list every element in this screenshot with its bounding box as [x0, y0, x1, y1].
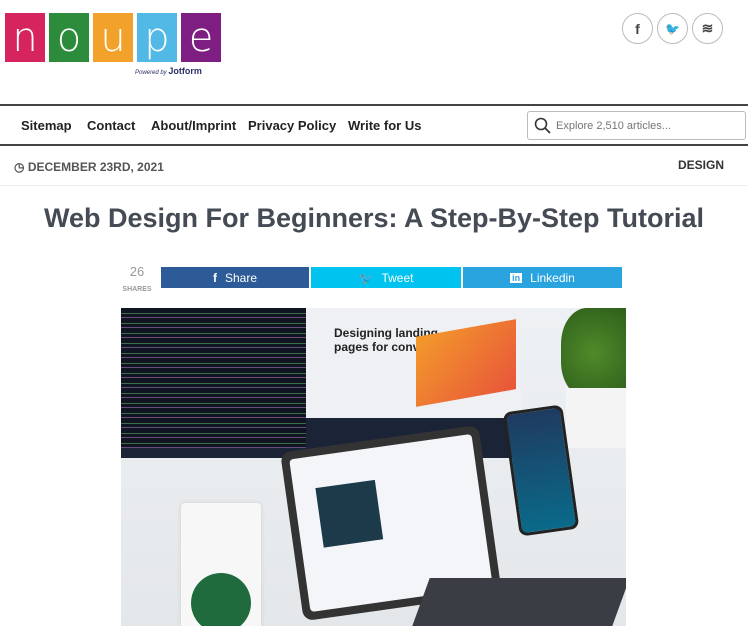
facebook-icon[interactable]: f	[622, 13, 653, 44]
article-meta: ◷ DECEMBER 23RD, 2021 DESIGN	[0, 148, 748, 186]
rss-icon[interactable]: ≋	[692, 13, 723, 44]
twitter-icon[interactable]: 🐦	[657, 13, 688, 44]
design-screen: Designing landing pages for conversion	[306, 308, 521, 418]
main-nav: Sitemap Contact About/Imprint Privacy Po…	[0, 104, 748, 146]
nav-about[interactable]: About/Imprint	[151, 118, 236, 133]
search-input[interactable]	[556, 119, 736, 132]
share-label: Share	[224, 270, 258, 285]
clock-icon: ◷	[14, 160, 25, 174]
logo-tile: u	[93, 13, 133, 62]
search-icon	[534, 117, 551, 134]
keyboard	[412, 578, 626, 626]
starbucks-logo	[191, 573, 251, 626]
share-count-number: 26	[129, 264, 145, 279]
linkedin-share-button[interactable]: in Linkedin	[463, 267, 622, 288]
coffee-cup	[181, 503, 261, 626]
noupe-logo[interactable]: n o u p e	[5, 13, 221, 62]
category-link[interactable]: DESIGN	[678, 158, 724, 172]
nav-privacy-policy[interactable]: Privacy Policy	[248, 118, 336, 133]
nav-write-for-us[interactable]: Write for Us	[348, 118, 421, 133]
logo-tile: p	[137, 13, 177, 62]
logo-tile: e	[181, 13, 221, 62]
powered-by: Powered by Jotform	[135, 66, 202, 76]
social-links: f 🐦 ≋	[622, 13, 723, 44]
search-box[interactable]	[527, 111, 746, 140]
linkedin-label: Linkedin	[530, 270, 575, 285]
code-screen	[121, 308, 306, 448]
tweet-button[interactable]: 🐦 Tweet	[311, 267, 461, 288]
shares-label: SHARES	[122, 286, 152, 293]
twitter-icon: 🐦	[358, 270, 374, 285]
pot	[566, 388, 626, 448]
facebook-share-button[interactable]: f Share	[161, 267, 309, 288]
powered-by-text: Powered by	[135, 70, 167, 76]
date-text: DECEMBER 23RD, 2021	[27, 160, 164, 174]
article-title: Web Design For Beginners: A Step-By-Step…	[43, 203, 705, 233]
hero-image: Designing landing pages for conversion	[121, 308, 626, 626]
share-count: 26 SHARES	[118, 265, 156, 296]
facebook-icon: f	[212, 270, 217, 285]
article-date: ◷ DECEMBER 23RD, 2021	[14, 160, 164, 174]
linkedin-icon: in	[510, 272, 523, 283]
tweet-label: Tweet	[381, 270, 414, 285]
jotform-brand: Jotform	[168, 66, 202, 76]
logo-tile: o	[49, 13, 89, 62]
nav-contact[interactable]: Contact	[87, 118, 135, 133]
plant	[561, 308, 626, 398]
logo-tile: n	[5, 13, 45, 62]
nav-sitemap[interactable]: Sitemap	[21, 118, 72, 133]
